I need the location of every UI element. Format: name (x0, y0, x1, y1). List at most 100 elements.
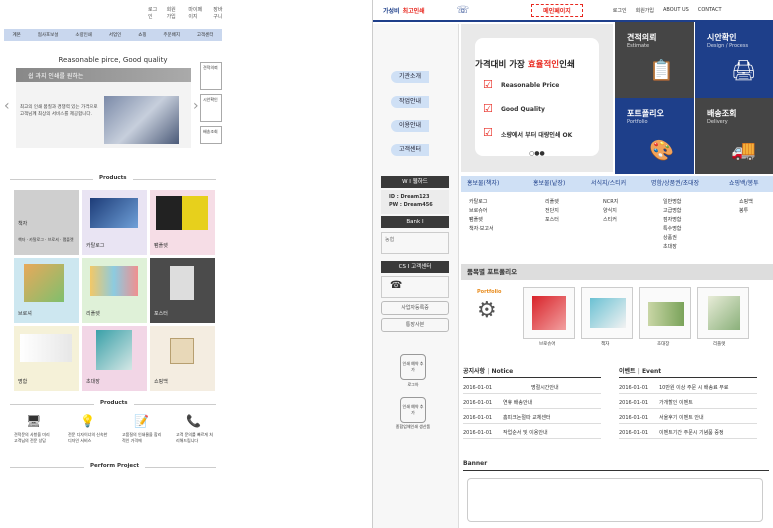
tab[interactable]: 홍보물(책자) (467, 176, 499, 192)
product-tile-namecard[interactable]: 명함 (14, 326, 79, 391)
event-row[interactable]: 2016-01-01 가개할인 이벤트 (619, 397, 757, 409)
feature-text: 견적문의 사항을 미리 고객님의 전문 상담 (14, 432, 50, 443)
left-side-box[interactable]: 견적의뢰 (200, 62, 222, 90)
left-nav-item[interactable]: 협사포보설 (38, 32, 59, 38)
event-text: 이벤트기간 주문시 기념품 증정 (659, 430, 724, 436)
left-top-link[interactable]: 회원가입 (167, 6, 180, 20)
sidebar-item[interactable]: 작업안내 (391, 96, 429, 108)
cs-button[interactable]: 통장사본 (381, 318, 449, 332)
check-icon: ☑ (483, 78, 493, 91)
truck-icon: 🚚 (731, 138, 756, 162)
category-item[interactable]: 일반명함 (663, 198, 681, 207)
hero-title: 가격대비 가장 효율적인인쇄 (475, 58, 625, 70)
panel-portfolio[interactable]: 포트폴리오 Portfolio 🎨 (615, 98, 694, 174)
sidebar-item[interactable]: 이용안내 (391, 120, 429, 132)
category-item[interactable]: 특수명함 (663, 225, 681, 234)
event-row[interactable]: 2016-01-01 10만원 이상 주문 시 배송료 무료 (619, 382, 757, 394)
category-item[interactable]: 리플렛 (545, 198, 559, 207)
tab[interactable]: 서식지/스티커 (591, 176, 626, 192)
namecard-image (20, 334, 72, 362)
top-link[interactable]: ABOUT US (663, 7, 689, 13)
category-item[interactable]: NCR지 (603, 198, 618, 207)
category-item[interactable]: 점자명함 (663, 216, 681, 225)
category-item[interactable]: 상품권 (663, 234, 681, 243)
notice-row[interactable]: 2016-01-01 명절시간안내 (463, 382, 601, 394)
category-item[interactable]: 브로슈어 (469, 207, 494, 216)
top-link[interactable]: CONTACT (698, 7, 722, 13)
category-item[interactable]: 카탈로그 (469, 198, 494, 207)
left-nav-item[interactable]: 계본 (12, 32, 20, 38)
product-tile-poster[interactable]: 포스터 (150, 258, 215, 323)
category-item[interactable]: 포스터 (545, 216, 559, 225)
product-tile-invitation[interactable]: 초대장 (82, 326, 147, 391)
category-item[interactable]: 양식지 (603, 207, 618, 216)
feature-text: 전문 디자이너의 신속한 디자인 서비스 (68, 432, 108, 443)
top-link[interactable]: 회원가입 (636, 7, 654, 14)
tab[interactable]: 명함/상품권/초대장 (651, 176, 699, 192)
check-icon: ☑ (483, 102, 493, 115)
product-tile-catalog[interactable]: 카탈로그 (82, 190, 147, 255)
hero-point: 소량에서 부터 대량인쇄 OK (501, 132, 573, 139)
event-row[interactable]: 2016-01-01 이벤트기간 주문시 기념품 증정 (619, 427, 757, 439)
panel-estimate[interactable]: 견적의뢰 Estimate 📋 (615, 22, 694, 98)
category-item[interactable]: 봉투 (739, 207, 753, 216)
left-top-link[interactable]: 마이페이지 (188, 6, 204, 20)
left-banner-head: 쉽 과지 인쇄를 원하는 (16, 68, 191, 82)
left-nav-item[interactable]: 소량인쇄 (75, 32, 92, 38)
left-side-box[interactable]: 배송조회 (200, 126, 222, 144)
sidebar-item[interactable]: 기관소개 (391, 71, 429, 83)
left-side-box[interactable]: 시안확인 (200, 94, 222, 122)
event-sub: Event (641, 368, 662, 375)
clipboard-icon: 📋 (649, 58, 674, 82)
left-nav-item[interactable]: 쇼핑 (138, 32, 146, 38)
notice-title: 공지사항 (463, 368, 486, 375)
product-tile-shopping-bag[interactable]: 쇼핑백 (150, 326, 215, 391)
brand-name[interactable]: 최고인쇄 (403, 6, 425, 15)
category-item[interactable]: 고급명함 (663, 207, 681, 216)
feature-text: 고품질의 인쇄물을 합리적인 가격에 (122, 432, 162, 443)
category-list: 쇼핑백 봉투 (739, 198, 753, 216)
top-link[interactable]: 로그인 (613, 7, 627, 14)
notice-row[interactable]: 2016-01-01 연휴 배송안내 (463, 397, 601, 409)
portfolio-item[interactable] (639, 287, 691, 339)
left-nav-item[interactable]: 서업인 (109, 32, 121, 38)
product-tile-leaflet[interactable]: 리플렛 (82, 258, 147, 323)
main-page-link[interactable]: 메인페이지 (531, 3, 583, 17)
portfolio-label: Portfolio (477, 289, 502, 295)
portfolio-item[interactable] (697, 287, 749, 339)
product-tile-brochure[interactable]: 브로셔 (14, 258, 79, 323)
banner-area[interactable] (467, 478, 763, 522)
left-nav-item[interactable]: 주문배지 (163, 32, 180, 38)
sidebar-item[interactable]: 고객센터 (391, 144, 429, 156)
printer-icon: 🖨 (731, 58, 757, 82)
panel-design[interactable]: 시안확인 Design / Process 🖨 (695, 22, 773, 98)
left-top-link[interactable]: 로그인 (148, 6, 158, 20)
category-item[interactable]: 스티커 (603, 216, 618, 225)
panel-delivery[interactable]: 배송조회 Delivery 🚚 (695, 98, 773, 174)
category-item[interactable]: 쇼핑백 (739, 198, 753, 207)
notice-row[interactable]: 2016-01-01 홈피크논절따 교체센터 (463, 412, 601, 424)
product-tile-booklet[interactable]: 책자 책자 · 카탈로그 · 브로셔 · 팸플렛 (14, 190, 79, 255)
left-top-link[interactable]: 장바구니 (213, 6, 226, 20)
product-tile-pamphlet[interactable]: 팸플렛 (150, 190, 215, 255)
tile-label: 포스터 (154, 311, 168, 317)
carousel-dots[interactable]: ○●● (529, 150, 545, 157)
category-item[interactable]: 책자·보고서 (469, 225, 494, 234)
cs-button[interactable]: 사업자등록증 (381, 301, 449, 315)
category-item[interactable]: 전단지 (545, 207, 559, 216)
divider (619, 377, 757, 378)
notice-row[interactable]: 2016-01-01 작업순서 및 이용안내 (463, 427, 601, 439)
category-item[interactable]: 초대장 (663, 243, 681, 252)
portfolio-item[interactable] (523, 287, 575, 339)
tab[interactable]: 홍보물(낱장) (533, 176, 565, 192)
next-arrow-icon[interactable]: › (193, 98, 199, 114)
portfolio-item[interactable] (581, 287, 633, 339)
small-button[interactable]: 인쇄 예약 추가 (400, 397, 426, 423)
portfolio-image (648, 302, 684, 326)
tab[interactable]: 쇼핑백/봉투 (729, 176, 759, 192)
category-item[interactable]: 팸플렛 (469, 216, 494, 225)
prev-arrow-icon[interactable]: ‹ (4, 98, 10, 114)
small-button[interactable]: 인쇄 예약 추가 (400, 354, 426, 380)
left-nav-item[interactable]: 고객센터 (197, 32, 214, 38)
event-row[interactable]: 2016-01-01 서울후기 이벤트 안내 (619, 412, 757, 424)
